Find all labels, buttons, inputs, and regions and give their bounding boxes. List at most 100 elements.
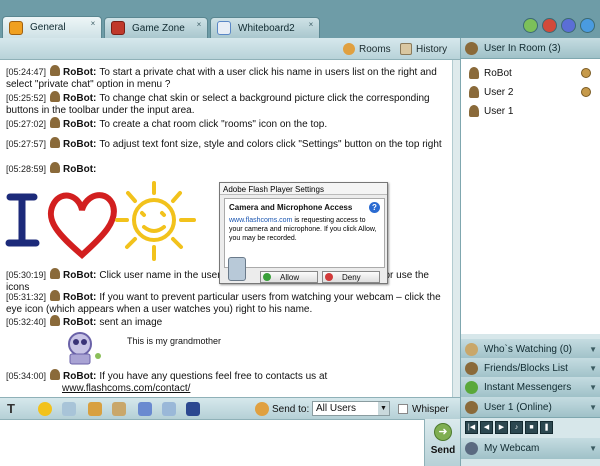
- chat-bubble-icon[interactable]: [162, 402, 176, 416]
- rooms-button[interactable]: Rooms: [343, 42, 391, 56]
- smiley-icon[interactable]: [523, 18, 538, 33]
- close-icon[interactable]: ×: [195, 21, 203, 29]
- user-name: RoBot: [484, 67, 512, 79]
- tab-whiteboard2-label: Whiteboard2: [238, 22, 295, 34]
- edit-icon[interactable]: [138, 402, 152, 416]
- game-icon: [111, 21, 125, 35]
- avatar: [50, 117, 61, 128]
- message-sender[interactable]: RoBot:: [63, 292, 96, 303]
- message-sender[interactable]: RoBot:: [63, 371, 96, 382]
- user-item-user2[interactable]: User 2: [469, 86, 599, 98]
- gift-icon[interactable]: [88, 402, 102, 416]
- pause-icon[interactable]: ❚: [540, 421, 553, 434]
- friends-header[interactable]: Friends/Blocks List ▼: [461, 358, 600, 379]
- gift-icon[interactable]: [542, 18, 557, 33]
- avatar: [50, 65, 61, 76]
- message-input[interactable]: [0, 419, 424, 466]
- deny-label: Deny: [342, 272, 361, 282]
- message-sender[interactable]: RoBot:: [63, 270, 96, 281]
- chat-message: [05:24:47] RoBot: To start a private chat …: [6, 65, 446, 91]
- avatar: [50, 268, 61, 279]
- avatar: [50, 137, 61, 148]
- message-sender[interactable]: RoBot:: [63, 317, 96, 328]
- sun-drawing: [115, 181, 196, 261]
- message-sender[interactable]: RoBot:: [63, 67, 96, 78]
- dialog-content: ? Camera and Microphone Access www.flash…: [224, 198, 385, 268]
- stop-icon[interactable]: ■: [525, 421, 538, 434]
- whisper-checkbox[interactable]: [398, 404, 408, 414]
- message-sender[interactable]: RoBot:: [63, 119, 96, 130]
- send-to-select[interactable]: All Users ▼: [312, 401, 390, 416]
- send-button[interactable]: ➜ Send: [424, 419, 460, 466]
- tab-whiteboard2[interactable]: Whiteboard2 ×: [210, 17, 320, 38]
- message-timestamp: [05:30:19]: [6, 270, 47, 280]
- user-name: User 2: [484, 86, 514, 98]
- chat-message: [05:32:40] RoBot: sent an image: [6, 315, 446, 329]
- paint-icon[interactable]: [112, 402, 126, 416]
- smiley-icon[interactable]: [38, 402, 52, 416]
- chat-scrollbar[interactable]: [452, 60, 460, 397]
- user-item-user1[interactable]: User 1: [469, 105, 599, 117]
- font-button[interactable]: T: [7, 401, 15, 416]
- contact-link[interactable]: www.flashcoms.com/contact/: [62, 383, 190, 394]
- message-sender[interactable]: RoBot:: [63, 93, 96, 104]
- message-timestamp: [05:25:52]: [6, 93, 47, 103]
- message-text: To create a chat room click "rooms" icon…: [99, 119, 328, 130]
- messengers-label: Instant Messengers: [484, 381, 572, 393]
- messengers-header[interactable]: Instant Messengers ▼: [461, 377, 600, 398]
- flash-settings-dialog: Adobe Flash Player Settings ? Camera and…: [219, 182, 388, 284]
- sound-icon[interactable]: [62, 402, 76, 416]
- allow-button[interactable]: Allow: [260, 271, 318, 283]
- send-label: Send: [430, 445, 456, 456]
- tab-game-zone[interactable]: Game Zone ×: [104, 17, 208, 38]
- current-user-header[interactable]: User 1 (Online) ▼: [461, 397, 600, 418]
- close-icon[interactable]: ×: [307, 21, 315, 29]
- avatar: [50, 290, 61, 301]
- tab-game-zone-label: Game Zone: [132, 22, 185, 34]
- settings-icon[interactable]: [561, 18, 576, 33]
- volume-icon[interactable]: ♪: [510, 421, 523, 434]
- letter-i-drawing: [5, 193, 40, 247]
- right-panel: User In Room (3) RoBot User 2 User 1 Who…: [460, 38, 600, 466]
- skip-back-icon[interactable]: |◀: [465, 421, 478, 434]
- whisper-label: Whisper: [412, 404, 449, 415]
- whos-watching-header[interactable]: Who`s Watching (0) ▼: [461, 339, 600, 360]
- avatar: [469, 105, 479, 117]
- send-to-icon: [255, 402, 269, 416]
- send-arrow-icon: ➜: [434, 423, 452, 441]
- friends-label: Friends/Blocks List: [484, 362, 568, 374]
- user-name: User 1: [484, 105, 514, 117]
- help-icon[interactable]: ?: [369, 202, 380, 213]
- send-to-value: All Users: [316, 403, 357, 414]
- webcam-icon[interactable]: [581, 87, 591, 97]
- tab-general[interactable]: General ×: [2, 16, 102, 38]
- play-icon[interactable]: ◀: [480, 421, 493, 434]
- users-icon: [465, 41, 478, 55]
- my-webcam-header[interactable]: My Webcam ▼: [461, 438, 600, 459]
- whiteboard-icon: [217, 21, 231, 35]
- avatar: [50, 315, 61, 326]
- play-icon[interactable]: ▶: [495, 421, 508, 434]
- deny-button[interactable]: Deny: [322, 271, 380, 283]
- avatar: [50, 91, 61, 102]
- background-icon[interactable]: [186, 402, 200, 416]
- rooms-label: Rooms: [359, 43, 391, 55]
- users-in-room-header[interactable]: User In Room (3): [461, 38, 600, 59]
- image-caption: This is my grandmother: [127, 336, 222, 346]
- chevron-down-icon: ▼: [589, 364, 597, 373]
- close-icon[interactable]: ×: [89, 20, 97, 28]
- message-timestamp: [05:32:40]: [6, 317, 47, 327]
- message-sender[interactable]: RoBot:: [63, 139, 96, 150]
- webcam-icon[interactable]: [581, 68, 591, 78]
- message-timestamp: [05:28:59]: [6, 164, 47, 174]
- dialog-text: www.flashcoms.com is requesting access t…: [229, 216, 380, 243]
- shared-image[interactable]: [62, 330, 102, 368]
- history-button[interactable]: History: [400, 42, 447, 56]
- whos-watching-label: Who`s Watching (0): [484, 343, 572, 355]
- help-icon[interactable]: [580, 18, 595, 33]
- message-timestamp: [05:24:47]: [6, 67, 47, 77]
- message-sender[interactable]: RoBot:: [63, 164, 96, 175]
- user-item-robot[interactable]: RoBot: [469, 67, 599, 79]
- check-icon: [263, 273, 271, 281]
- tab-general-label: General: [30, 22, 66, 33]
